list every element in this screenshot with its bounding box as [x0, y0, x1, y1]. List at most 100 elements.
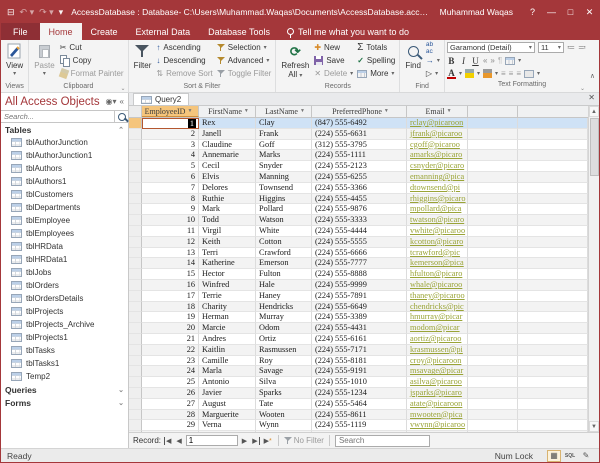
- sidebar-item-tblauthors1[interactable]: tblAuthors1: [1, 175, 128, 188]
- current-record-input[interactable]: [186, 435, 238, 446]
- email-cell[interactable]: rclay@picaroon: [407, 118, 468, 129]
- align-center-icon[interactable]: ≡: [509, 69, 514, 78]
- cell[interactable]: Wynn: [256, 420, 312, 431]
- email-cell[interactable]: vwhite@picaroo: [407, 226, 468, 237]
- cell[interactable]: Marla: [199, 366, 256, 377]
- cell[interactable]: Marcie: [199, 323, 256, 334]
- descending-button[interactable]: ↓Descending: [154, 54, 214, 67]
- email-cell[interactable]: hfulton@picaro: [407, 269, 468, 280]
- table-row[interactable]: 17TerrieHaney(224) 555-7891thaney@picaro…: [129, 291, 588, 302]
- email-link[interactable]: mpollard@pica: [410, 204, 461, 213]
- datasheet-view-button[interactable]: ▦: [547, 450, 561, 462]
- paste-button[interactable]: Paste ▾: [31, 41, 57, 80]
- table-row[interactable]: 4AnnemarieMarks(224) 555-1111amarks@pica…: [129, 150, 588, 161]
- table-row[interactable]: 13TerriCrawford(224) 555-6666tcrawford@p…: [129, 248, 588, 259]
- cell[interactable]: Fulton: [256, 269, 312, 280]
- sidebar-item-tbltasks1[interactable]: tblTasks1: [1, 357, 128, 370]
- email-cell[interactable]: atate@picaroon: [407, 399, 468, 410]
- cell[interactable]: Goff: [256, 140, 312, 151]
- cell[interactable]: (224) 555-1111: [312, 150, 407, 161]
- underline-button[interactable]: U: [471, 56, 480, 66]
- row-selector[interactable]: [129, 291, 142, 302]
- row-selector[interactable]: [129, 366, 142, 377]
- cell[interactable]: 19: [142, 312, 199, 323]
- row-selector[interactable]: [129, 345, 142, 356]
- email-link[interactable]: krasmussen@pi: [410, 345, 463, 354]
- tab-home[interactable]: Home: [40, 23, 82, 40]
- sidebar-item-tblauthorjunction[interactable]: tblAuthorJunction: [1, 136, 128, 149]
- cell[interactable]: Marks: [256, 150, 312, 161]
- email-link[interactable]: chendricks@pic: [410, 302, 464, 311]
- table-row[interactable]: 9MarkPollard(224) 555-9876mpollard@pica: [129, 204, 588, 215]
- close-object-icon[interactable]: ✕: [588, 93, 595, 102]
- cell[interactable]: Silva: [256, 377, 312, 388]
- cell[interactable]: Katherine: [199, 258, 256, 269]
- table-row[interactable]: 26JavierSparks(224) 555-1234jsparks@pica…: [129, 388, 588, 399]
- cell[interactable]: 23: [142, 356, 199, 367]
- text-formatting-dialog-launcher-icon[interactable]: ⌄: [580, 85, 585, 92]
- table-row[interactable]: 24MarlaSavage(224) 555-9191msavage@picar: [129, 366, 588, 377]
- email-cell[interactable]: tcrawford@pic: [407, 248, 468, 259]
- cell[interactable]: 4: [142, 150, 199, 161]
- numbering-icon[interactable]: ≕: [578, 43, 586, 52]
- cell[interactable]: 28: [142, 410, 199, 421]
- row-selector[interactable]: [129, 388, 142, 399]
- row-selector[interactable]: [129, 269, 142, 280]
- email-cell[interactable]: jfrank@picaroo: [407, 129, 468, 140]
- tab-external-data[interactable]: External Data: [127, 23, 200, 40]
- table-row[interactable]: 23CamilleRoy(224) 555-8181croy@picaroon: [129, 356, 588, 367]
- new-blank-record-button[interactable]: ▶*: [263, 437, 273, 445]
- email-cell[interactable]: msavage@picar: [407, 366, 468, 377]
- row-selector[interactable]: [129, 194, 142, 205]
- email-link[interactable]: jsparks@picaro: [410, 388, 462, 397]
- advanced-button[interactable]: Advanced▾: [215, 54, 274, 67]
- highlight-color-button[interactable]: [465, 69, 474, 78]
- shutter-close-icon[interactable]: «: [120, 97, 124, 106]
- increase-indent-icon[interactable]: »: [490, 56, 494, 65]
- email-link[interactable]: kemerson@pica: [410, 258, 464, 267]
- email-link[interactable]: dtownsend@pi: [410, 183, 460, 192]
- cell[interactable]: (224) 555-7171: [312, 345, 407, 356]
- table-row[interactable]: 27AugustTate(224) 555-5464atate@picaroon: [129, 399, 588, 410]
- row-selector[interactable]: [129, 118, 142, 129]
- italic-button[interactable]: I: [459, 56, 468, 66]
- sidebar-item-tbldepartments[interactable]: tblDepartments: [1, 201, 128, 214]
- cell[interactable]: 12: [142, 237, 199, 248]
- table-row[interactable]: 3ClaudineGoff(312) 555-3795cgoff@picaroo: [129, 140, 588, 151]
- cell[interactable]: Cecil: [199, 161, 256, 172]
- cell[interactable]: (224) 555-9999: [312, 280, 407, 291]
- cell[interactable]: Wooten: [256, 410, 312, 421]
- cell[interactable]: (224) 555-8888: [312, 269, 407, 280]
- cell[interactable]: (224) 555-8181: [312, 356, 407, 367]
- row-selector[interactable]: [129, 399, 142, 410]
- cell[interactable]: (224) 555-4455: [312, 194, 407, 205]
- search-input[interactable]: [1, 111, 114, 122]
- scrollbar-thumb[interactable]: [590, 118, 599, 176]
- sidebar-item-tblprojects[interactable]: tblProjects: [1, 305, 128, 318]
- cell[interactable]: 18: [142, 302, 199, 313]
- cell[interactable]: 29: [142, 420, 199, 431]
- email-link[interactable]: jfrank@picaroo: [410, 129, 462, 138]
- cell[interactable]: (224) 555-2123: [312, 161, 407, 172]
- column-header-email[interactable]: Email▼: [407, 106, 468, 117]
- table-row[interactable]: 2JanellFrank(224) 555-6631jfrank@picaroo: [129, 129, 588, 140]
- email-link[interactable]: modom@picar: [410, 323, 460, 332]
- cell[interactable]: 26: [142, 388, 199, 399]
- cell[interactable]: (224) 555-6649: [312, 302, 407, 313]
- cell[interactable]: Clay: [256, 118, 312, 129]
- email-cell[interactable]: whale@picaroo: [407, 280, 468, 291]
- tab-create[interactable]: Create: [82, 23, 127, 40]
- cell[interactable]: Hendricks: [256, 302, 312, 313]
- find-button[interactable]: Find: [402, 41, 424, 71]
- email-cell[interactable]: cgoff@picaroo: [407, 140, 468, 151]
- cell[interactable]: Charity: [199, 302, 256, 313]
- row-selector[interactable]: [129, 129, 142, 140]
- cell[interactable]: (224) 555-8611: [312, 410, 407, 421]
- email-cell[interactable]: amarks@picaro: [407, 150, 468, 161]
- email-link[interactable]: cgoff@picaroo: [410, 140, 460, 149]
- cell[interactable]: 14: [142, 258, 199, 269]
- cell[interactable]: Haney: [256, 291, 312, 302]
- cell[interactable]: Emerson: [256, 258, 312, 269]
- delete-record-button[interactable]: ✕Delete▾: [312, 67, 355, 80]
- cell[interactable]: 15: [142, 269, 199, 280]
